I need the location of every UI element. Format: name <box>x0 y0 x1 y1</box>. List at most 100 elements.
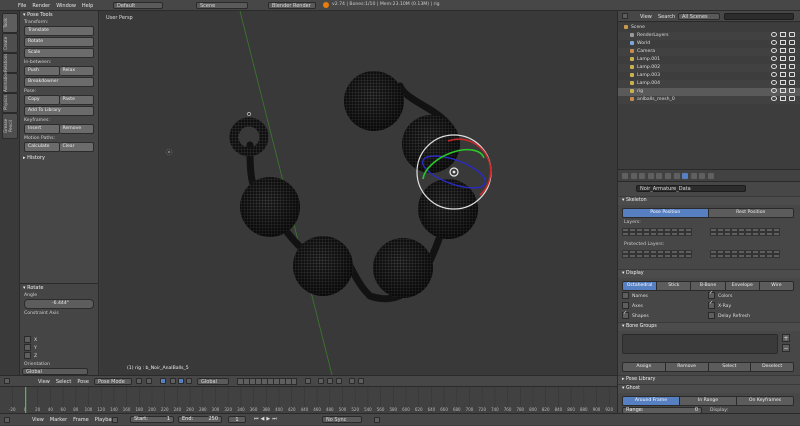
translate-manipulator-icon[interactable] <box>170 378 176 384</box>
eye-icon[interactable] <box>771 80 777 85</box>
constraints-tab-icon[interactable] <box>664 173 671 179</box>
tab-grease-pencil[interactable]: Grease Pencil <box>2 113 18 139</box>
layer-cell[interactable] <box>773 232 780 236</box>
world-tab-icon[interactable] <box>647 173 654 179</box>
layer-cell[interactable] <box>759 232 766 236</box>
current-frame-field[interactable]: 1 <box>228 416 246 423</box>
end-frame-field[interactable]: End: 250 <box>178 416 222 423</box>
pose-copy-icon[interactable] <box>318 378 324 384</box>
menu-marker[interactable]: Marker <box>50 417 67 423</box>
on-keyframes-button[interactable]: On Keyframes <box>736 397 793 405</box>
tab-animation[interactable]: Animation <box>2 72 18 93</box>
deselect-button[interactable]: Deselect <box>750 363 793 371</box>
layer-cell[interactable] <box>752 254 759 258</box>
layer-cell[interactable] <box>636 232 643 236</box>
outliner-item[interactable]: Scene <box>618 24 800 32</box>
select-arrow-icon[interactable] <box>780 80 786 85</box>
outliner-menu-view[interactable]: View <box>640 14 652 20</box>
axis-x-checkbox[interactable]: X <box>24 336 37 344</box>
pivot-point-icon[interactable] <box>146 378 152 384</box>
orientation-select[interactable]: Global <box>22 368 88 375</box>
menu-frame[interactable]: Frame <box>73 417 89 423</box>
start-frame-field[interactable]: Start: 1 <box>130 416 174 423</box>
outliner-menu-search[interactable]: Search <box>658 14 675 20</box>
ghost-type[interactable]: Around Frame In Range On Keyframes <box>622 396 794 406</box>
transform-orientation-select[interactable]: Global <box>197 378 229 385</box>
menu-render[interactable]: Render <box>32 3 50 9</box>
pose-position-button[interactable]: Pose Position <box>623 209 708 217</box>
pose-tools-panel-header[interactable]: ▾ Pose Tools <box>20 11 98 19</box>
outliner-item[interactable]: RenderLayers <box>618 32 800 40</box>
mode-select[interactable]: Pose Mode <box>94 378 132 385</box>
layer-cell[interactable] <box>738 254 745 258</box>
display-panel-header[interactable]: ▾ Display <box>618 269 800 278</box>
select-arrow-icon[interactable] <box>780 64 786 69</box>
camera-render-icon[interactable] <box>789 32 795 37</box>
layer-cell[interactable] <box>759 254 766 258</box>
layer-cell[interactable] <box>636 254 643 258</box>
relax-button[interactable]: Relax <box>59 66 94 76</box>
eye-icon[interactable] <box>771 96 777 101</box>
layer-cell[interactable] <box>650 232 657 236</box>
camera-render-icon[interactable] <box>789 40 795 45</box>
select-arrow-icon[interactable] <box>780 88 786 93</box>
copy-button[interactable]: Copy <box>24 95 60 105</box>
pose-rest-toggle[interactable]: Pose Position Rest Position <box>622 208 794 218</box>
layer-cell[interactable] <box>643 254 650 258</box>
outliner-search-input[interactable] <box>724 13 794 20</box>
eye-icon[interactable] <box>771 56 777 61</box>
visibility-toggles[interactable] <box>768 48 795 56</box>
layer-cell[interactable] <box>650 254 657 258</box>
translate-button[interactable]: Translate <box>24 26 94 36</box>
visibility-toggles[interactable] <box>768 72 795 80</box>
menu-help[interactable]: Help <box>82 3 93 9</box>
visibility-toggles[interactable] <box>768 96 795 104</box>
axis-z-checkbox[interactable]: Z <box>24 352 37 360</box>
camera-render-icon[interactable] <box>789 80 795 85</box>
layer-cell[interactable] <box>629 254 636 258</box>
add-bone-group-icon[interactable]: + <box>782 334 790 342</box>
layer-cell[interactable] <box>629 232 636 236</box>
outliner-item[interactable]: anlballs_mesh_0 <box>618 96 800 104</box>
camera-render-icon[interactable] <box>789 96 795 101</box>
eye-icon[interactable] <box>771 48 777 53</box>
viewport-shading-icon[interactable] <box>136 378 142 384</box>
eye-icon[interactable] <box>771 88 777 93</box>
render-engine-select[interactable]: Blender Render <box>268 2 316 9</box>
menu-file[interactable]: File <box>18 3 26 9</box>
visibility-toggles[interactable] <box>768 88 795 96</box>
layer-cell[interactable] <box>717 232 724 236</box>
outliner-item[interactable]: Lamp.003 <box>618 72 800 80</box>
armature-layers-b[interactable] <box>710 228 780 236</box>
layer-cell[interactable] <box>664 254 671 258</box>
render-preview-icon[interactable] <box>349 378 355 384</box>
render-layers-tab-icon[interactable] <box>630 173 637 179</box>
outliner-item[interactable]: Camera <box>618 48 800 56</box>
layer-cell[interactable] <box>685 232 692 236</box>
bone-groups-panel-header[interactable]: ▾ Bone Groups <box>618 322 800 331</box>
layer-cell[interactable] <box>671 232 678 236</box>
bbone-button[interactable]: B-Bone <box>690 282 725 290</box>
select-arrow-icon[interactable] <box>780 32 786 37</box>
paste-button[interactable]: Paste <box>59 95 94 105</box>
scale-button[interactable]: Scale <box>24 48 94 58</box>
remove-bone-group-icon[interactable]: − <box>782 344 790 352</box>
layer-cell[interactable] <box>731 254 738 258</box>
layer-cell[interactable] <box>766 232 773 236</box>
around-frame-button[interactable]: Around Frame <box>623 397 679 405</box>
armature-data-tab-icon[interactable] <box>682 173 689 179</box>
bone-display-mode[interactable]: Octahedral Stick B-Bone Envelope Wire <box>622 281 794 291</box>
insert-keyframe-button[interactable]: Insert <box>24 124 60 134</box>
scene-tab-icon[interactable] <box>639 173 646 179</box>
layer-cell[interactable] <box>731 232 738 236</box>
menu-pose[interactable]: Pose <box>77 379 89 385</box>
camera-render-icon[interactable] <box>789 56 795 61</box>
angle-field[interactable]: -6.444° <box>24 299 94 309</box>
visibility-toggles[interactable] <box>768 64 795 72</box>
layer-cell[interactable] <box>678 254 685 258</box>
axis-y-checkbox[interactable]: Y <box>24 344 37 352</box>
bone-constraints-tab-icon[interactable] <box>699 173 706 179</box>
delay-refresh-checkbox[interactable]: Delay Refresh <box>708 312 750 320</box>
record-icon[interactable] <box>112 417 118 423</box>
object-tab-icon[interactable] <box>656 173 663 179</box>
